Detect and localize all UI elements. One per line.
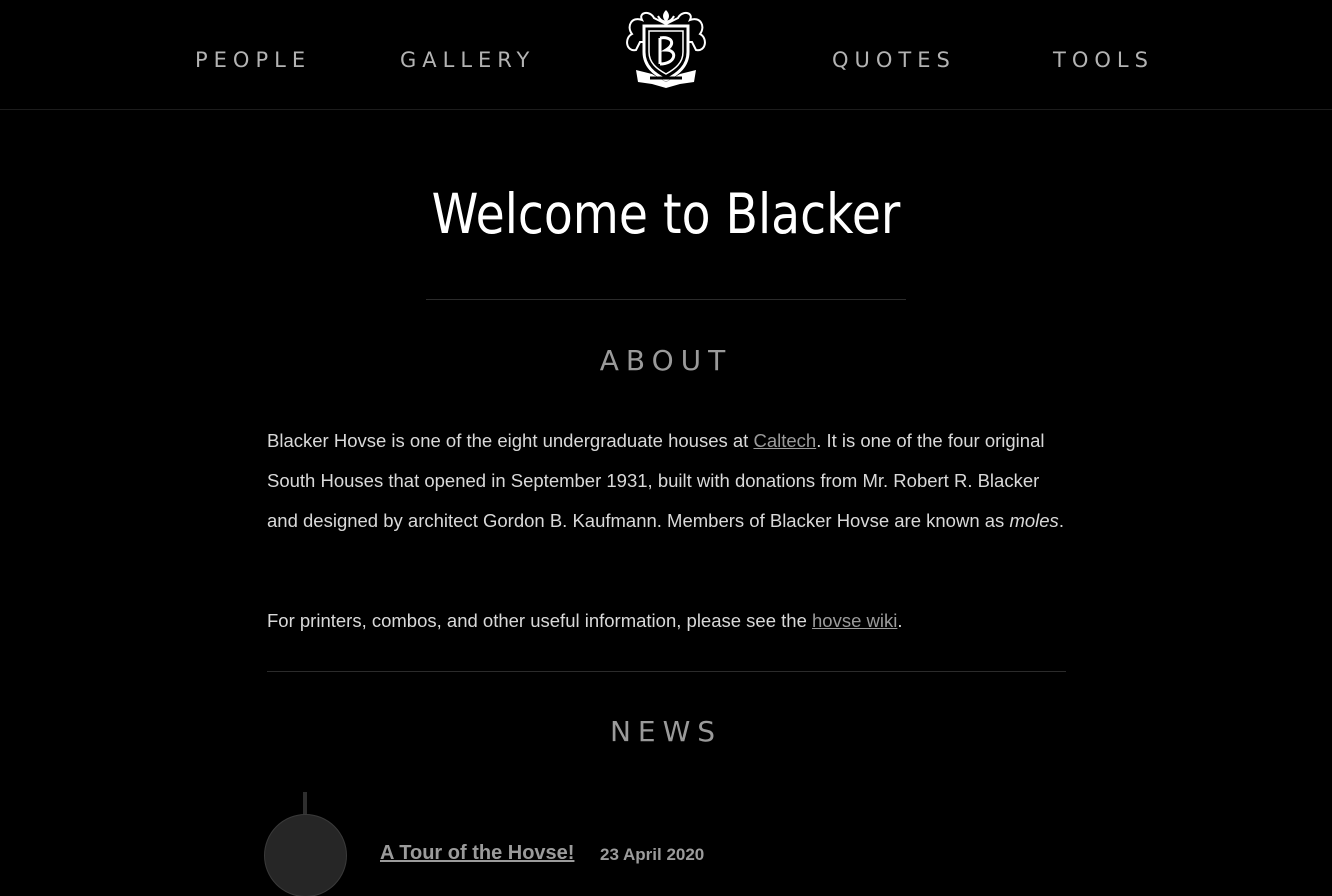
news-thumbnail-stem bbox=[303, 792, 307, 816]
about-wiki-paragraph: For printers, combos, and other useful i… bbox=[267, 601, 1067, 641]
about-paragraph: Blacker Hovse is one of the eight underg… bbox=[267, 421, 1067, 541]
top-navigation: PEOPLE GALLERY QUOTES TOOLS bbox=[0, 0, 1332, 110]
news-heading: NEWS bbox=[609, 715, 723, 748]
page-title: Welcome to Blacker bbox=[431, 182, 901, 246]
about-text-part: Blacker Hovse is one of the eight underg… bbox=[267, 430, 754, 451]
news-thumbnail[interactable] bbox=[264, 814, 347, 896]
nav-link-quotes[interactable]: QUOTES bbox=[832, 44, 956, 76]
news-item-title[interactable]: A Tour of the Hovse! bbox=[380, 840, 574, 866]
nav-link-gallery[interactable]: GALLERY bbox=[400, 44, 535, 76]
section-divider bbox=[267, 671, 1066, 672]
moles-emphasis: moles bbox=[1009, 510, 1059, 531]
nav-link-tools[interactable]: TOOLS bbox=[1053, 44, 1154, 76]
about-heading: ABOUT bbox=[599, 344, 733, 377]
blacker-crest-logo[interactable] bbox=[622, 8, 710, 88]
news-item: A Tour of the Hovse! 23 April 2020 bbox=[264, 790, 1064, 896]
nav-link-people[interactable]: PEOPLE bbox=[195, 44, 311, 76]
news-item-date: 23 April 2020 bbox=[600, 845, 705, 864]
about-text-part: . bbox=[897, 610, 903, 631]
caltech-link[interactable]: Caltech bbox=[753, 430, 816, 451]
about-text-part: . bbox=[1058, 510, 1064, 531]
hovse-wiki-link[interactable]: hovse wiki bbox=[812, 610, 897, 631]
title-divider bbox=[426, 299, 906, 300]
about-text-part: For printers, combos, and other useful i… bbox=[267, 610, 813, 631]
